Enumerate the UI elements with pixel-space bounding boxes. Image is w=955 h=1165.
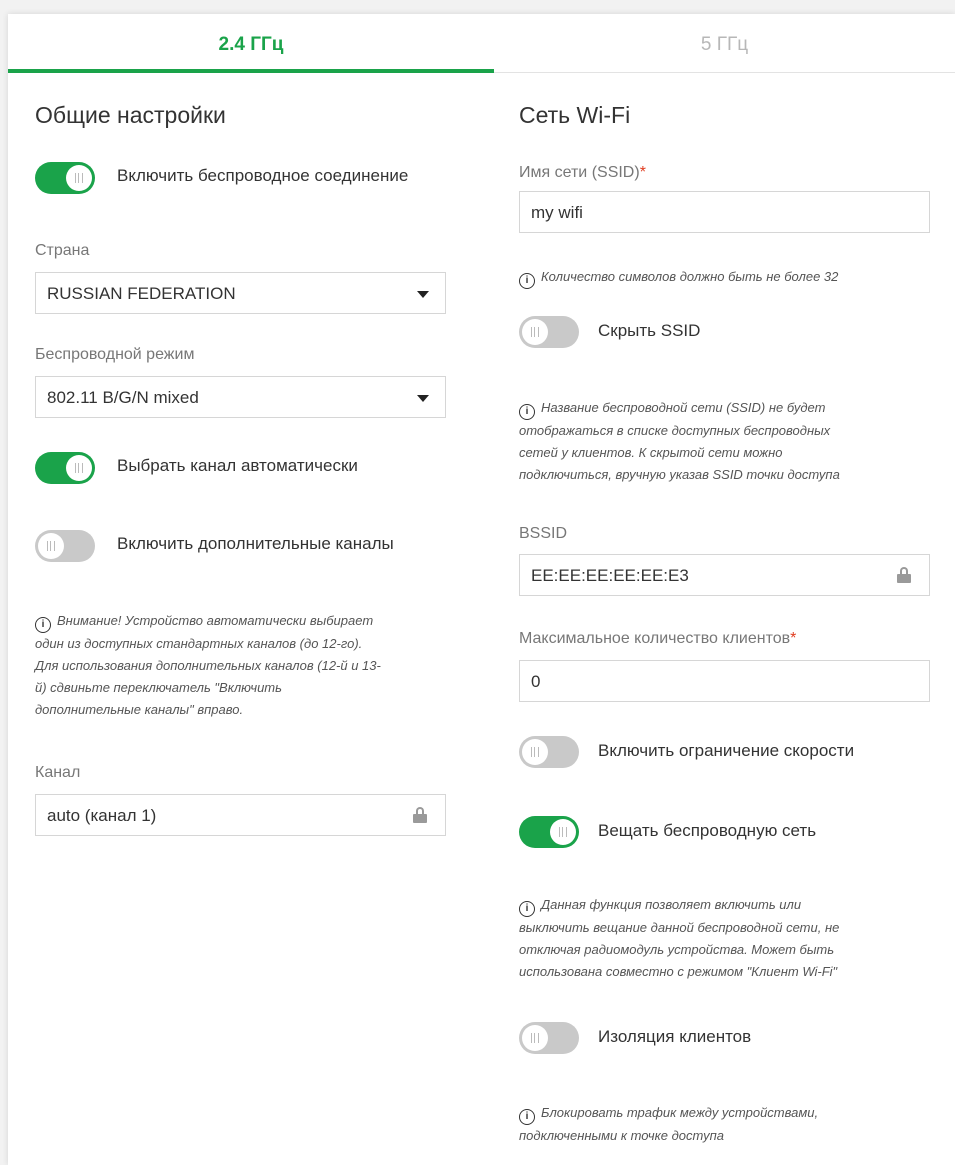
ssid-note: i Количество символов должно быть не боле…: [519, 266, 939, 289]
extra-channels-label: Включить дополнительные каналы: [117, 534, 394, 553]
hide-ssid-note: i Название беспроводной сети (SSID) не бу…: [519, 397, 939, 486]
channel-note: i Внимание! Устройство автоматически выби…: [35, 610, 465, 721]
toggle-knob: [522, 1025, 548, 1051]
note-line: i Блокировать трафик между устройствами,: [519, 1102, 939, 1125]
note-line: i Внимание! Устройство автоматически выби…: [35, 610, 465, 633]
note-line: сетей у клиентов. К скрытой сети можно: [519, 445, 783, 460]
note-line: i Данная функция позволяет включить или: [519, 894, 939, 917]
isolation-label: Изоляция клиентов: [598, 1027, 752, 1046]
toggle-knob: [66, 165, 92, 191]
enable-wireless-toggle[interactable]: [35, 162, 95, 194]
tab-2-4-ghz[interactable]: 2.4 ГГц: [8, 14, 494, 73]
max-clients-value: 0: [531, 672, 541, 691]
max-clients-label: Максимальное количество клиентов*: [519, 630, 797, 647]
toggle-knob: [550, 819, 576, 845]
max-clients-input[interactable]: 0: [519, 660, 930, 702]
caret-down-icon: [417, 291, 429, 298]
toggle-knob: [522, 739, 548, 765]
note-line: подключиться, вручную указав SSID точки …: [519, 467, 840, 482]
wireless-mode-select[interactable]: 802.11 B/G/N mixed: [35, 376, 446, 418]
channel-value: auto (канал 1): [47, 806, 157, 825]
speed-limit-toggle[interactable]: [519, 736, 579, 768]
info-icon: i: [519, 1109, 535, 1125]
hide-ssid-toggle[interactable]: [519, 316, 579, 348]
hide-ssid-label: Скрыть SSID: [598, 321, 701, 340]
toggle-knob: [66, 455, 92, 481]
toggle-knob: [38, 533, 64, 559]
auto-channel-label: Выбрать канал автоматически: [117, 456, 358, 475]
broadcast-toggle[interactable]: [519, 816, 579, 848]
bssid-label: BSSID: [519, 525, 568, 542]
speed-limit-label: Включить ограничение скорости: [598, 741, 855, 760]
info-icon: i: [519, 404, 535, 420]
country-value: RUSSIAN FEDERATION: [47, 284, 236, 303]
bssid-field: EE:EE:EE:EE:EE:E3: [519, 554, 930, 596]
note-line: й) сдвиньте переключатель "Включить: [35, 680, 282, 695]
info-icon: i: [519, 901, 535, 917]
ssid-input[interactable]: my wifi: [519, 191, 930, 233]
broadcast-label: Вещать беспроводную сеть: [598, 821, 817, 840]
ssid-value: my wifi: [531, 203, 583, 222]
lock-icon: [413, 807, 427, 823]
country-select[interactable]: RUSSIAN FEDERATION: [35, 272, 446, 314]
note-line: один из доступных стандартных каналов (д…: [35, 636, 363, 651]
auto-channel-toggle[interactable]: [35, 452, 95, 484]
extra-channels-toggle[interactable]: [35, 530, 95, 562]
general-settings-title: Общие настройки: [35, 102, 226, 128]
note-line: дополнительные каналы" вправо.: [35, 702, 244, 717]
note-line: Для использования дополнительных каналов…: [35, 658, 381, 673]
note-line: подключенными к точке доступа: [519, 1128, 724, 1143]
broadcast-note: i Данная функция позволяет включить или в…: [519, 894, 939, 983]
channel-field: auto (канал 1): [35, 794, 446, 836]
toggle-knob: [522, 319, 548, 345]
enable-wireless-label: Включить беспроводное соединение: [117, 166, 409, 185]
wifi-network-title: Сеть Wi-Fi: [519, 102, 631, 128]
note-line: использована совместно с режимом "Клиент…: [519, 964, 838, 979]
wifi-settings-card: 2.4 ГГц 5 ГГц Общие настройки Включить б…: [8, 14, 955, 1165]
info-icon: i: [35, 617, 51, 633]
note-line: i Название беспроводной сети (SSID) не бу…: [519, 397, 939, 420]
note-line: i Количество символов должно быть не боле…: [519, 266, 939, 289]
lock-icon: [897, 567, 911, 583]
isolation-toggle[interactable]: [519, 1022, 579, 1054]
wireless-mode-label: Беспроводной режим: [35, 346, 195, 363]
info-icon: i: [519, 273, 535, 289]
tab-5-ghz[interactable]: 5 ГГц: [494, 14, 955, 72]
band-tabs: 2.4 ГГц 5 ГГц: [8, 14, 955, 73]
wireless-mode-value: 802.11 B/G/N mixed: [47, 388, 199, 407]
note-line: отображаться в списке доступных беспрово…: [519, 423, 831, 438]
caret-down-icon: [417, 395, 429, 402]
note-line: отключая радиомодуль устройства. Может б…: [519, 942, 835, 957]
channel-label: Канал: [35, 764, 81, 781]
isolation-note: i Блокировать трафик между устройствами, …: [519, 1102, 939, 1147]
country-label: Страна: [35, 242, 90, 259]
note-line: выключить вещание данной беспроводной се…: [519, 920, 840, 935]
ssid-label: Имя сети (SSID)*: [519, 164, 646, 181]
bssid-value: EE:EE:EE:EE:EE:E3: [531, 566, 689, 585]
